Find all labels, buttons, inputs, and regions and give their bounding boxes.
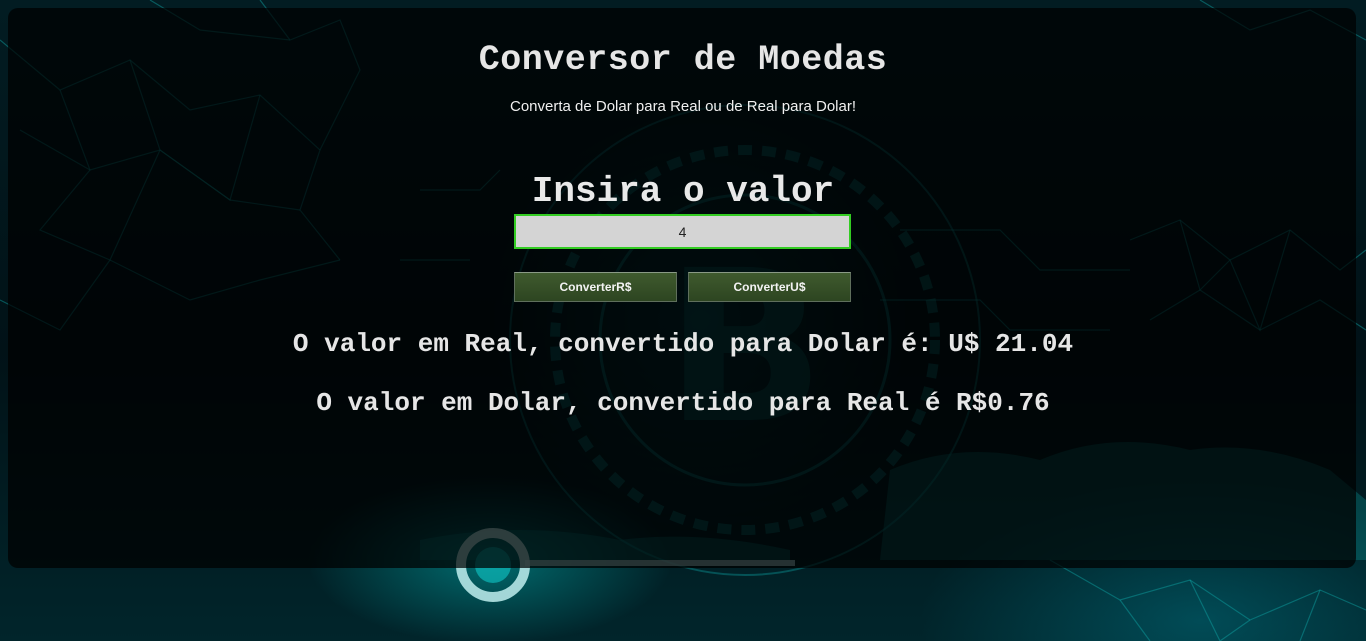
converter-panel xyxy=(8,8,1356,568)
convert-to-real-button[interactable]: ConverterR$ xyxy=(514,272,677,302)
result-dolar-to-real: O valor em Dolar, convertido para Real é… xyxy=(316,388,1050,418)
result-real-to-dolar: O valor em Real, convertido para Dolar é… xyxy=(292,329,1074,359)
page-subtitle: Converta de Dolar para Real ou de Real p… xyxy=(509,98,857,115)
value-label: Insira o valor xyxy=(531,171,835,212)
page: B Conversor de Moedas Converta de Dolar … xyxy=(0,0,1366,641)
value-input[interactable] xyxy=(514,214,851,249)
page-title: Conversor de Moedas xyxy=(478,40,888,80)
convert-to-dolar-button[interactable]: ConverterU$ xyxy=(688,272,851,302)
